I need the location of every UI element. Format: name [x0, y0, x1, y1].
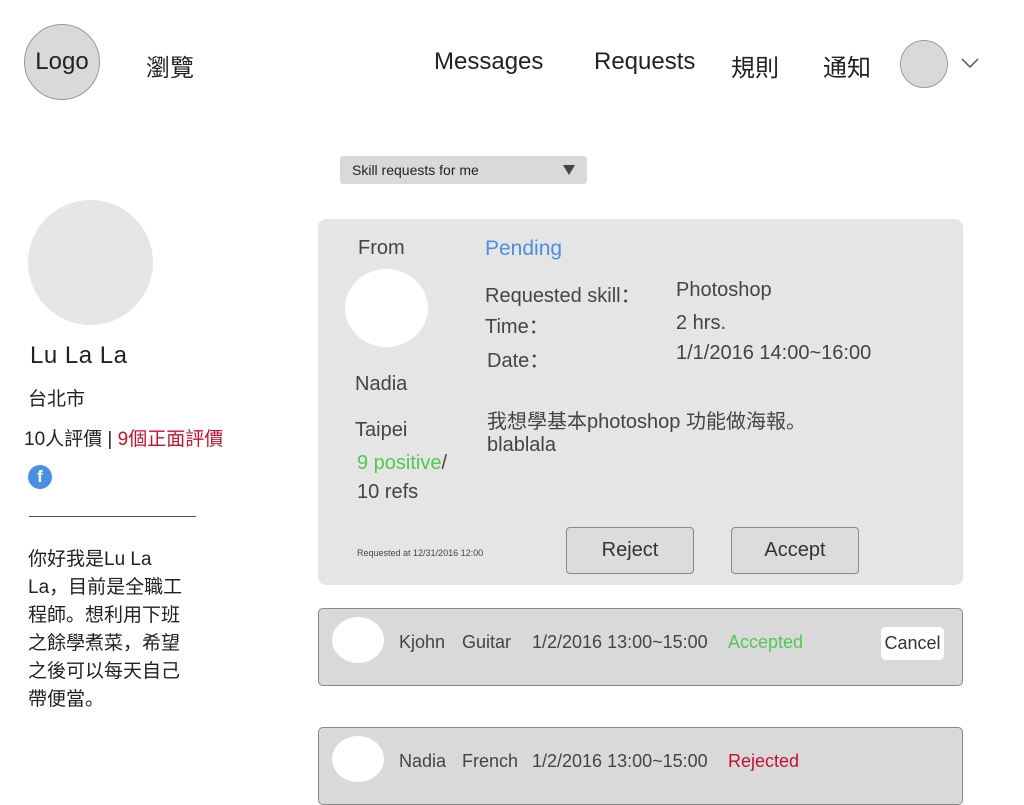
profile-ratings: 10人評價 | 9個正面評價 [24, 424, 223, 451]
profile-avatar [28, 200, 153, 325]
dropdown-arrow-icon [563, 165, 575, 175]
message-line: blablala [487, 434, 556, 456]
row-skill: French [462, 751, 519, 771]
row-datetime: 1/2/2016 13:00~15:00 [532, 632, 708, 652]
bio-line: La，目前是全職工 [28, 577, 183, 598]
row-skill: Guitar [462, 632, 512, 652]
row-status-accepted: Accepted [728, 632, 804, 652]
reject-button[interactable]: Reject [566, 527, 694, 574]
bio-line: 之後可以每天自己 [28, 661, 181, 682]
facebook-icon[interactable]: f [28, 465, 52, 489]
ratings-positive[interactable]: 9個正面評價 [118, 429, 224, 450]
row-status-rejected: Rejected [728, 751, 800, 771]
nav-browse[interactable]: 瀏覽 [146, 48, 194, 83]
status-pending: Pending [485, 237, 563, 260]
nav-notifications[interactable]: 通知 [823, 48, 871, 83]
chevron-down-icon[interactable] [960, 56, 980, 70]
bio-line: 帶便當。 [28, 689, 105, 710]
requester-name[interactable]: Nadia [355, 373, 407, 396]
positive-count: 9 positive [357, 452, 442, 474]
profile-name: Lu La La [30, 342, 128, 369]
date-label: Date： [487, 350, 550, 372]
bio-line: 之餘學煮菜，希望 [28, 633, 181, 654]
row-avatar [332, 736, 384, 782]
request-filter-select[interactable]: Skill requests for me [340, 156, 587, 184]
accept-button[interactable]: Accept [731, 527, 859, 574]
profile-bio: 你好我是Lu La La，目前是全職工 程師。想利用下班 之餘學煮菜，希望 之後… [28, 546, 198, 714]
sidebar-divider [29, 516, 196, 517]
logo[interactable]: Logo [24, 24, 100, 100]
nav-messages[interactable]: Messages [434, 48, 543, 76]
requested-at: Requested at 12/31/2016 12:00 [357, 548, 484, 558]
ratings-count: 10人評價 [24, 429, 103, 450]
from-label: From [358, 237, 405, 259]
row-avatar [332, 617, 384, 663]
row-name: Nadia [399, 751, 447, 771]
row-datetime: 1/2/2016 13:00~15:00 [532, 751, 708, 771]
cancel-button[interactable]: Cancel [881, 627, 944, 660]
requester-city: Taipei [355, 419, 408, 441]
skill-value: Photoshop [676, 279, 772, 301]
date-value: 1/1/2016 14:00~16:00 [676, 342, 872, 364]
user-avatar[interactable] [900, 40, 948, 88]
bio-line: 程師。想利用下班 [28, 605, 181, 626]
skill-label: Requested skill： [485, 285, 641, 307]
requester-positive: 9 positive/ [357, 452, 447, 475]
time-value: 2 hrs. [676, 312, 727, 334]
requester-avatar[interactable] [345, 269, 428, 347]
nav-requests[interactable]: Requests [594, 48, 695, 76]
message-line: 我想學基本photoshop 功能做海報。 [487, 411, 806, 433]
bio-line: 你好我是Lu La [28, 549, 152, 570]
time-label: Time： [485, 316, 549, 338]
slash: / [441, 452, 448, 474]
nav-rules[interactable]: 規則 [731, 48, 779, 83]
requester-refs: 10 refs [357, 481, 419, 503]
profile-city: 台北市 [28, 389, 86, 410]
ratings-separator: | [107, 429, 113, 450]
row-name: Kjohn [399, 632, 446, 652]
request-filter-value: Skill requests for me [352, 162, 479, 178]
